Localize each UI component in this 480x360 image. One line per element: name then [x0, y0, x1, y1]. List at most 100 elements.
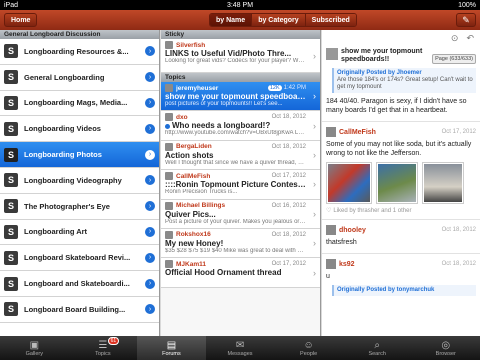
compose-button[interactable]: ✎: [456, 13, 476, 27]
forum-item[interactable]: S Longboarding Art ›: [0, 220, 159, 246]
home-button[interactable]: Home: [4, 13, 38, 27]
avatar[interactable]: [326, 225, 336, 235]
forum-logo-icon: S: [4, 121, 18, 136]
topic-row[interactable]: BergaLiden Oct 18, 2012 Action shots Well I…: [161, 140, 320, 171]
forum-label: Longboarding Mags, Media...: [24, 98, 128, 108]
forum-label: Longboarding Videography: [24, 175, 122, 185]
avatar: [165, 201, 173, 210]
forum-item[interactable]: S General Longboarding ›: [0, 65, 159, 91]
post-author[interactable]: ks92: [339, 261, 442, 268]
topic-author: MJKam11: [176, 260, 206, 268]
forum-logo-icon: S: [4, 302, 18, 317]
topics-icon: ☰: [98, 339, 108, 351]
forum-item[interactable]: S Longboard Skateboard Revi... ›: [0, 245, 159, 272]
topic-title: LINKS to Useful Vid/Photo Thre...: [165, 49, 292, 58]
topic-row[interactable]: Rokshox16 Oct 18, 2012 My new Honey! $35 $2…: [161, 228, 320, 259]
topic-time: Oct 16, 2012: [271, 202, 306, 209]
forum-item[interactable]: S The Photographer's Eye ›: [0, 194, 159, 220]
quote-author[interactable]: Originally Posted by Jhoemer: [337, 70, 473, 77]
topic-row[interactable]: dxo Oct 18, 2012 Who needs a longboard!? ht…: [161, 111, 320, 141]
topic-snippet: Post a picture of your quiver. Makes you…: [165, 218, 306, 225]
forum-label: Longboarding Videos: [24, 124, 101, 134]
topic-list: Sticky Silverfish LINKS to Useful Vid/Ph…: [161, 30, 321, 336]
forum-label: Longboarding Art: [24, 227, 88, 237]
segment-subscribed[interactable]: Subscribed: [304, 14, 356, 26]
detail-nav: ⊙ ↶: [322, 30, 480, 46]
forum-logo-icon: S: [4, 250, 18, 265]
forum-item[interactable]: S Longboard Board Building... ›: [0, 297, 159, 323]
forum-label: Longboarding Resources &...: [24, 46, 129, 56]
tab-label: Search: [368, 350, 386, 357]
tab-messages[interactable]: ✉ Messages: [206, 336, 275, 360]
photo-thumbnail[interactable]: [326, 162, 372, 204]
post-author[interactable]: CallMeFish: [339, 129, 442, 136]
tab-people[interactable]: ☺ People: [274, 336, 343, 360]
chevron-right-icon[interactable]: ›: [145, 72, 155, 83]
topic-title: Action shots: [165, 151, 306, 160]
photo-thumbnail[interactable]: [376, 162, 418, 204]
forum-label: Longboard Skateboard Revi...: [24, 253, 131, 263]
chevron-right-icon: ›: [313, 91, 316, 102]
segment-by-category[interactable]: by Category: [251, 14, 305, 26]
topic-row[interactable]: jeremyheuser 12K 1:42 PM show me your topmo…: [161, 82, 320, 112]
chevron-right-icon[interactable]: ›: [145, 226, 155, 237]
tab-gallery[interactable]: ▣ Gallery: [0, 336, 69, 360]
forum-item[interactable]: S Longboard and Skateboardi... ›: [0, 271, 159, 297]
forum-item[interactable]: S Longboarding Resources &... ›: [0, 39, 159, 65]
topic-title: show me your topmount speedboards!!: [165, 92, 306, 101]
topic-time: Oct 17, 2012: [271, 173, 306, 180]
topic-title: My new Honey!: [165, 239, 306, 248]
post-text: thatsfresh: [326, 239, 357, 246]
post-date: Oct 17, 2012: [441, 129, 476, 135]
avatar[interactable]: [326, 259, 336, 269]
topic-title-text: show me your topmount speedboards!!: [165, 92, 306, 101]
chevron-right-icon[interactable]: ›: [145, 46, 155, 57]
messages-icon: ✉: [235, 339, 245, 351]
tab-search[interactable]: ⌕ Search: [343, 336, 412, 360]
segment-by-name[interactable]: by Name: [210, 14, 252, 26]
topic-title: Who needs a longboard!?: [165, 121, 306, 130]
forum-logo-icon: S: [4, 173, 18, 188]
reply-count-badge: 12K: [267, 85, 282, 91]
avatar: [165, 260, 173, 269]
tab-topics[interactable]: ☰ Topics 61: [69, 336, 138, 360]
chevron-right-icon[interactable]: ›: [145, 97, 155, 108]
topic-row[interactable]: CallMeFish Oct 17, 2012::::Ronin Topmount…: [161, 170, 320, 200]
forum-item[interactable]: S Longboarding Mags, Media... ›: [0, 91, 159, 117]
topic-snippet: Well I thought that since we have a quiv…: [165, 159, 306, 166]
tab-label: Forums: [162, 350, 181, 357]
topic-row[interactable]: MJKam11 Oct 17, 2012 Official Hood Ornamen…: [161, 258, 320, 288]
reply-back-icon[interactable]: ↶: [466, 33, 474, 44]
topic-meta: Oct 18, 2012: [272, 232, 306, 238]
topic-time: Oct 18, 2012: [271, 143, 306, 150]
options-icon[interactable]: ⊙: [451, 33, 459, 44]
forum-item[interactable]: S Longboarding Photos ›: [0, 142, 159, 168]
forum-section-header: General Longboard Discussion: [0, 30, 159, 39]
page-indicator[interactable]: Page (633/633): [432, 54, 476, 64]
photo-thumbnail[interactable]: [422, 162, 464, 204]
tab-browser[interactable]: ◎ Browser: [411, 336, 480, 360]
chevron-right-icon[interactable]: ›: [145, 123, 155, 134]
chevron-right-icon: ›: [313, 179, 316, 190]
quote-author[interactable]: Originally Posted by tonymarchuk: [337, 287, 473, 294]
chevron-right-icon[interactable]: ›: [145, 201, 155, 212]
chevron-right-icon[interactable]: ›: [145, 252, 155, 263]
forum-item[interactable]: S Longboarding Videos ›: [0, 116, 159, 143]
chevron-right-icon[interactable]: ›: [145, 278, 155, 289]
topic-row[interactable]: Michael Billings Oct 16, 2012 Quiver Pics.…: [161, 199, 320, 229]
forum-item[interactable]: S Longboarding Videography ›: [0, 168, 159, 194]
sticky-topic[interactable]: Silverfish LINKS to Useful Vid/Photo Thr…: [161, 39, 320, 73]
topic-time: 1:42 PM: [283, 85, 306, 91]
topic-meta: Oct 18, 2012: [272, 144, 306, 150]
post-author[interactable]: dhooley: [339, 227, 442, 234]
chevron-right-icon[interactable]: ›: [145, 149, 155, 160]
topic-title-text: Action shots: [165, 150, 214, 160]
chevron-right-icon: ›: [313, 238, 316, 249]
heart-icon[interactable]: ♡: [326, 207, 331, 214]
topic-title-text: Quiver Pics...: [165, 209, 216, 219]
chevron-right-icon[interactable]: ›: [145, 175, 155, 186]
avatar[interactable]: [326, 127, 336, 137]
sticky-header: Sticky: [161, 30, 320, 39]
chevron-right-icon[interactable]: ›: [145, 304, 155, 315]
tab-forums[interactable]: ▤ Forums: [137, 336, 206, 360]
